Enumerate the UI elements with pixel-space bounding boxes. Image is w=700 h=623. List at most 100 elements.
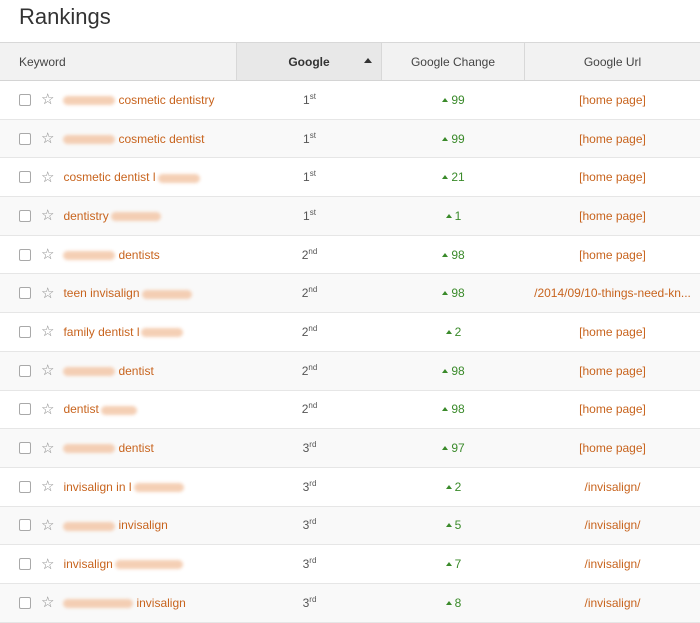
google-url-cell: [home page]	[525, 352, 700, 390]
column-header-keyword[interactable]: Keyword	[0, 43, 237, 80]
row-checkbox[interactable]	[19, 132, 31, 145]
redacted-text	[63, 599, 134, 609]
arrow-up-icon	[445, 329, 452, 334]
url-link[interactable]: /invisalign/	[584, 480, 640, 494]
star-icon[interactable]: ☆	[41, 363, 54, 378]
arrow-up-icon	[445, 484, 452, 489]
redacted-text	[141, 328, 184, 338]
column-header-google-change[interactable]: Google Change	[382, 43, 525, 80]
table-row[interactable]: ☆ cosmetic dentist 1st 99 [home page]	[0, 119, 700, 159]
keyword-link[interactable]: cosmetic dentistry	[63, 93, 214, 107]
table-row[interactable]: ☆ dentist 3rd 97 [home page]	[0, 429, 700, 468]
keyword-link[interactable]: invisalign in l	[63, 479, 184, 494]
star-icon[interactable]: ☆	[41, 286, 54, 301]
star-icon[interactable]: ☆	[41, 595, 54, 610]
table-row[interactable]: ☆ invisalign 3rd 5/invisalign/	[0, 506, 700, 546]
row-checkbox[interactable]	[19, 364, 31, 377]
row-checkbox[interactable]	[19, 596, 31, 609]
keyword-text: cosmetic dentistry	[118, 92, 215, 107]
star-icon[interactable]: ☆	[41, 441, 54, 456]
row-checkbox[interactable]	[19, 287, 31, 300]
row-checkbox[interactable]	[19, 171, 31, 184]
url-link[interactable]: [home page]	[579, 248, 646, 262]
rank-value: 2nd	[302, 402, 318, 417]
keyword-link[interactable]: cosmetic dentist l	[63, 170, 200, 184]
google-rank-cell: 3rd	[237, 507, 382, 545]
keyword-text: invisalign in l	[63, 479, 132, 494]
table-row[interactable]: ☆ dentists 2nd 98 [home page]	[0, 236, 700, 275]
star-icon[interactable]: ☆	[41, 324, 54, 339]
url-link[interactable]: /2014/09/10-things-need-kn...	[534, 286, 691, 300]
google-rank-cell: 3rd	[237, 429, 382, 467]
star-icon[interactable]: ☆	[41, 170, 54, 185]
change-value: 1	[454, 208, 462, 223]
keyword-link[interactable]: family dentist l	[63, 325, 184, 339]
rank-suffix: rd	[309, 517, 317, 527]
row-checkbox[interactable]	[19, 209, 31, 222]
url-link[interactable]: [home page]	[579, 209, 646, 223]
redacted-text	[157, 173, 200, 183]
row-checkbox[interactable]	[19, 480, 31, 493]
table-row[interactable]: ☆ cosmetic dentistry 1st 99 [home page]	[0, 81, 700, 120]
table-row[interactable]: ☆ teen invisalign 2nd 98/2014/09/10-things-…	[0, 274, 700, 314]
change-value: 98	[451, 363, 465, 378]
google-rank-cell: 1st	[237, 81, 382, 119]
table-row[interactable]: ☆ dentist 2nd 98 [home page]	[0, 391, 700, 430]
keyword-link[interactable]: invisalign	[63, 557, 183, 572]
column-header-google[interactable]: Google	[237, 43, 382, 80]
keyword-link[interactable]: dentist	[63, 364, 154, 378]
keyword-link[interactable]: cosmetic dentist	[63, 131, 205, 146]
star-icon[interactable]: ☆	[41, 131, 54, 146]
row-checkbox[interactable]	[19, 403, 31, 416]
table-row[interactable]: ☆ invisalign 3rd 8/invisalign/	[0, 583, 700, 623]
google-url-cell: /invisalign/	[525, 545, 700, 583]
url-link[interactable]: [home page]	[579, 170, 646, 184]
table-row[interactable]: ☆ invisalign 3rd 7/invisalign/	[0, 545, 700, 584]
google-change-cell: 7	[382, 545, 525, 583]
url-link[interactable]: /invisalign/	[584, 557, 640, 571]
star-icon[interactable]: ☆	[41, 402, 54, 417]
url-link[interactable]: [home page]	[579, 402, 646, 416]
keyword-link[interactable]: dentist	[63, 402, 137, 416]
url-link[interactable]: [home page]	[579, 364, 646, 378]
table-row[interactable]: ☆ family dentist l 2nd 2 [home page]	[0, 313, 700, 352]
table-row[interactable]: ☆ invisalign in l 3rd 2/invisalign/	[0, 468, 700, 507]
row-checkbox[interactable]	[19, 558, 31, 571]
keyword-link[interactable]: dentists	[63, 247, 160, 262]
keyword-link[interactable]: dentist	[63, 441, 154, 455]
star-icon[interactable]: ☆	[41, 479, 54, 494]
star-icon[interactable]: ☆	[41, 247, 54, 262]
keyword-text: dentists	[118, 247, 160, 262]
url-link[interactable]: [home page]	[579, 441, 646, 455]
star-icon[interactable]: ☆	[41, 208, 54, 223]
url-link[interactable]: [home page]	[579, 93, 646, 107]
star-icon[interactable]: ☆	[41, 518, 54, 533]
column-header-google-url[interactable]: Google Url	[525, 43, 700, 80]
google-rank-cell: 2nd	[237, 236, 382, 274]
url-link[interactable]: [home page]	[579, 325, 646, 339]
keyword-link[interactable]: invisalign	[63, 518, 168, 532]
table-row[interactable]: ☆ dentistry 1st 1 [home page]	[0, 197, 700, 236]
row-checkbox[interactable]	[19, 93, 31, 106]
google-url-cell: /invisalign/	[525, 468, 700, 506]
table-row[interactable]: ☆ cosmetic dentist l 1st 21 [home page]	[0, 158, 700, 198]
row-checkbox[interactable]	[19, 519, 31, 532]
url-link[interactable]: [home page]	[579, 132, 646, 146]
row-checkbox[interactable]	[19, 325, 31, 338]
keyword-cell: ☆ teen invisalign	[0, 274, 237, 312]
rank-value: 3rd	[303, 557, 317, 572]
table-row[interactable]: ☆ dentist 2nd 98 [home page]	[0, 351, 700, 391]
row-checkbox[interactable]	[19, 442, 31, 455]
keyword-text: invisalign	[63, 557, 113, 572]
row-checkbox[interactable]	[19, 248, 31, 261]
keyword-link[interactable]: teen invisalign	[63, 286, 192, 300]
arrow-up-icon	[445, 523, 452, 528]
keyword-link[interactable]: dentistry	[63, 209, 161, 223]
google-rank-cell: 2nd	[237, 352, 382, 390]
url-link[interactable]: /invisalign/	[584, 518, 640, 532]
change-value: 98	[451, 247, 465, 262]
star-icon[interactable]: ☆	[41, 92, 54, 107]
arrow-up-icon	[442, 368, 449, 373]
keyword-text: cosmetic dentist	[118, 131, 205, 146]
star-icon[interactable]: ☆	[41, 557, 54, 572]
